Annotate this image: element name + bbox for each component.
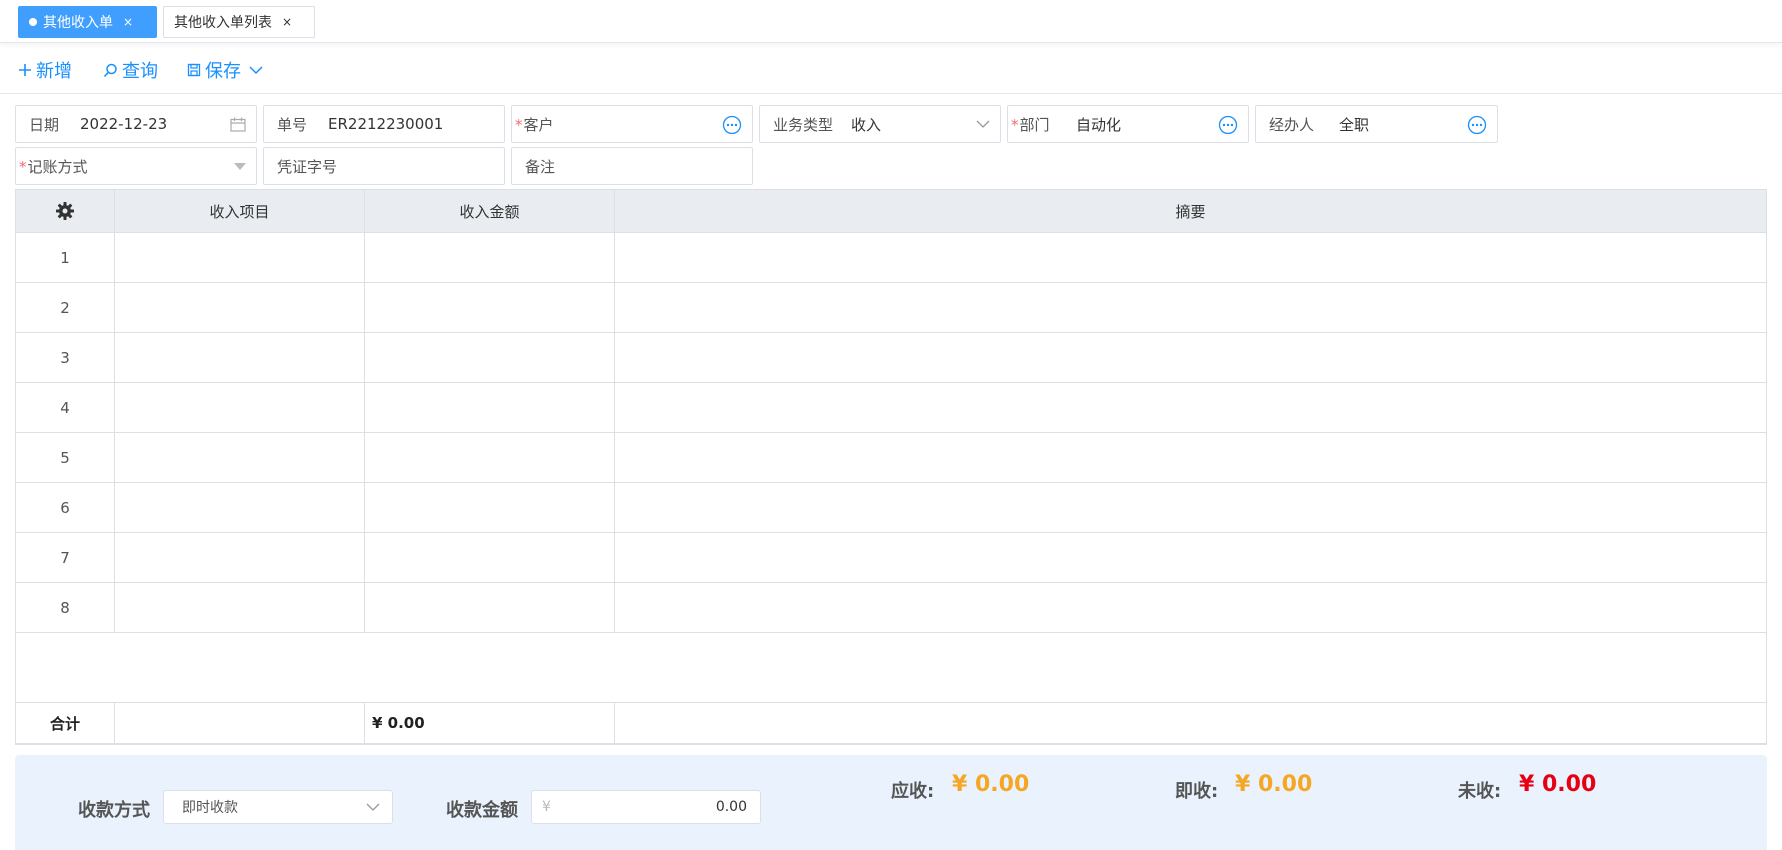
date-label: 日期 bbox=[29, 115, 60, 134]
gear-icon[interactable] bbox=[55, 201, 75, 221]
total-label: 合计 bbox=[49, 714, 80, 733]
row-number: 7 bbox=[60, 548, 70, 567]
row-number: 6 bbox=[60, 498, 70, 517]
close-icon[interactable]: × bbox=[282, 15, 292, 29]
department-label: *部门 bbox=[1011, 115, 1050, 134]
active-dot-icon bbox=[29, 18, 37, 26]
number-label: 单号 bbox=[277, 115, 308, 134]
table-row[interactable]: 4 bbox=[16, 383, 1766, 433]
accounting-method-select[interactable]: *记账方式 bbox=[15, 147, 257, 185]
tab-bar: 其他收入单 × 其他收入单列表 × bbox=[0, 0, 1782, 43]
payment-amount-input[interactable]: ¥ 0.00 bbox=[531, 790, 761, 824]
payment-amount-label: 收款金额 bbox=[446, 800, 518, 821]
accounting-method-label: *记账方式 bbox=[19, 157, 88, 176]
number-field[interactable]: 单号 ER2212230001 bbox=[263, 105, 505, 143]
unreceived-value: ¥ 0.00 bbox=[1519, 772, 1597, 797]
caret-down-icon[interactable] bbox=[234, 163, 246, 170]
business-type-select[interactable]: 业务类型 收入 bbox=[759, 105, 1001, 143]
payment-method-label: 收款方式 bbox=[78, 800, 150, 821]
save-button-label: 保存 bbox=[205, 61, 241, 82]
tab-label: 其他收入单列表 bbox=[174, 15, 272, 31]
table-header: 收入项目 收入金额 摘要 bbox=[16, 190, 1766, 233]
payment-method-value: 即时收款 bbox=[182, 800, 238, 816]
column-divider bbox=[364, 703, 365, 743]
department-field[interactable]: *部门 自动化 bbox=[1007, 105, 1249, 143]
total-amount: ¥ 0.00 bbox=[372, 714, 425, 732]
table-row[interactable]: 7 bbox=[16, 533, 1766, 583]
column-settings[interactable] bbox=[16, 190, 114, 232]
table-row[interactable]: 2 bbox=[16, 283, 1766, 333]
app-window: 其他收入单 × 其他收入单列表 × 新增 查询 保存 日期 2022-12-23… bbox=[0, 0, 1782, 850]
column-divider bbox=[364, 190, 365, 633]
receivable-label: 应收: bbox=[891, 781, 935, 802]
row-number: 1 bbox=[60, 248, 70, 267]
table-row[interactable]: 6 bbox=[16, 483, 1766, 533]
more-options-icon[interactable] bbox=[1467, 115, 1487, 135]
more-options-icon[interactable] bbox=[722, 115, 742, 135]
row-number: 3 bbox=[60, 348, 70, 367]
more-options-icon[interactable] bbox=[1218, 115, 1238, 135]
tab-other-income-list[interactable]: 其他收入单列表 × bbox=[163, 6, 315, 38]
column-header-income-item[interactable]: 收入项目 bbox=[115, 190, 364, 232]
add-button-label: 新增 bbox=[36, 61, 72, 82]
row-number: 2 bbox=[60, 298, 70, 317]
required-mark: * bbox=[1011, 115, 1019, 134]
voucher-number-label: 凭证字号 bbox=[277, 157, 338, 176]
payment-panel: 收款方式 即时收款 收款金额 ¥ 0.00 应收: ¥ 0.00 即收: ¥ 0… bbox=[15, 755, 1767, 850]
received-label: 即收: bbox=[1175, 781, 1219, 802]
column-header-income-amount[interactable]: 收入金额 bbox=[365, 190, 614, 232]
chevron-down-icon[interactable] bbox=[976, 120, 990, 129]
business-type-label: 业务类型 bbox=[773, 115, 834, 134]
search-icon bbox=[103, 63, 117, 77]
table-total-row: 合计 ¥ 0.00 bbox=[16, 702, 1766, 744]
date-field[interactable]: 日期 2022-12-23 bbox=[15, 105, 257, 143]
voucher-number-field[interactable]: 凭证字号 bbox=[263, 147, 505, 185]
close-icon[interactable]: × bbox=[123, 15, 133, 29]
plus-icon bbox=[19, 64, 31, 76]
receivable-value: ¥ 0.00 bbox=[952, 772, 1030, 797]
chevron-down-icon[interactable] bbox=[366, 803, 380, 812]
customer-field[interactable]: *客户 bbox=[511, 105, 753, 143]
row-number: 5 bbox=[60, 448, 70, 467]
table-row[interactable]: 8 bbox=[16, 583, 1766, 633]
remark-label: 备注 bbox=[525, 157, 556, 176]
column-divider bbox=[114, 703, 115, 743]
column-divider bbox=[614, 703, 615, 743]
add-button[interactable]: 新增 bbox=[18, 58, 72, 82]
handler-value: 全职 bbox=[1339, 115, 1370, 134]
column-divider bbox=[614, 190, 615, 633]
required-mark: * bbox=[515, 115, 523, 134]
row-number: 8 bbox=[60, 598, 70, 617]
date-value: 2022-12-23 bbox=[80, 115, 168, 133]
payment-method-select[interactable]: 即时收款 bbox=[163, 790, 393, 824]
query-button[interactable]: 查询 bbox=[103, 58, 158, 82]
income-items-table: 收入项目 收入金额 摘要 1 2 3 4 5 6 7 8 合计 ¥ 0.00 bbox=[15, 189, 1767, 745]
received-value: ¥ 0.00 bbox=[1235, 772, 1313, 797]
tab-label: 其他收入单 bbox=[43, 15, 113, 31]
payment-amount-value: 0.00 bbox=[715, 799, 747, 815]
tab-other-income[interactable]: 其他收入单 × bbox=[18, 6, 157, 38]
query-button-label: 查询 bbox=[122, 61, 158, 82]
number-value: ER2212230001 bbox=[328, 115, 444, 133]
calendar-icon[interactable] bbox=[230, 117, 246, 132]
table-row[interactable]: 3 bbox=[16, 333, 1766, 383]
table-row[interactable]: 5 bbox=[16, 433, 1766, 483]
column-header-summary[interactable]: 摘要 bbox=[615, 190, 1766, 232]
handler-field[interactable]: 经办人 全职 bbox=[1255, 105, 1498, 143]
save-button[interactable]: 保存 bbox=[187, 58, 267, 82]
handler-label: 经办人 bbox=[1269, 115, 1315, 134]
row-number: 4 bbox=[60, 398, 70, 417]
business-type-value: 收入 bbox=[851, 115, 882, 134]
chevron-down-icon[interactable] bbox=[249, 65, 263, 75]
unreceived-label: 未收: bbox=[1458, 781, 1502, 802]
department-value: 自动化 bbox=[1076, 115, 1122, 134]
toolbar: 新增 查询 保存 bbox=[0, 44, 1782, 94]
column-divider bbox=[114, 190, 115, 633]
required-mark: * bbox=[19, 157, 27, 176]
save-icon bbox=[187, 63, 201, 77]
table-row[interactable]: 1 bbox=[16, 233, 1766, 283]
currency-prefix: ¥ bbox=[542, 799, 551, 815]
remark-field[interactable]: 备注 bbox=[511, 147, 753, 185]
customer-label: *客户 bbox=[515, 115, 554, 134]
